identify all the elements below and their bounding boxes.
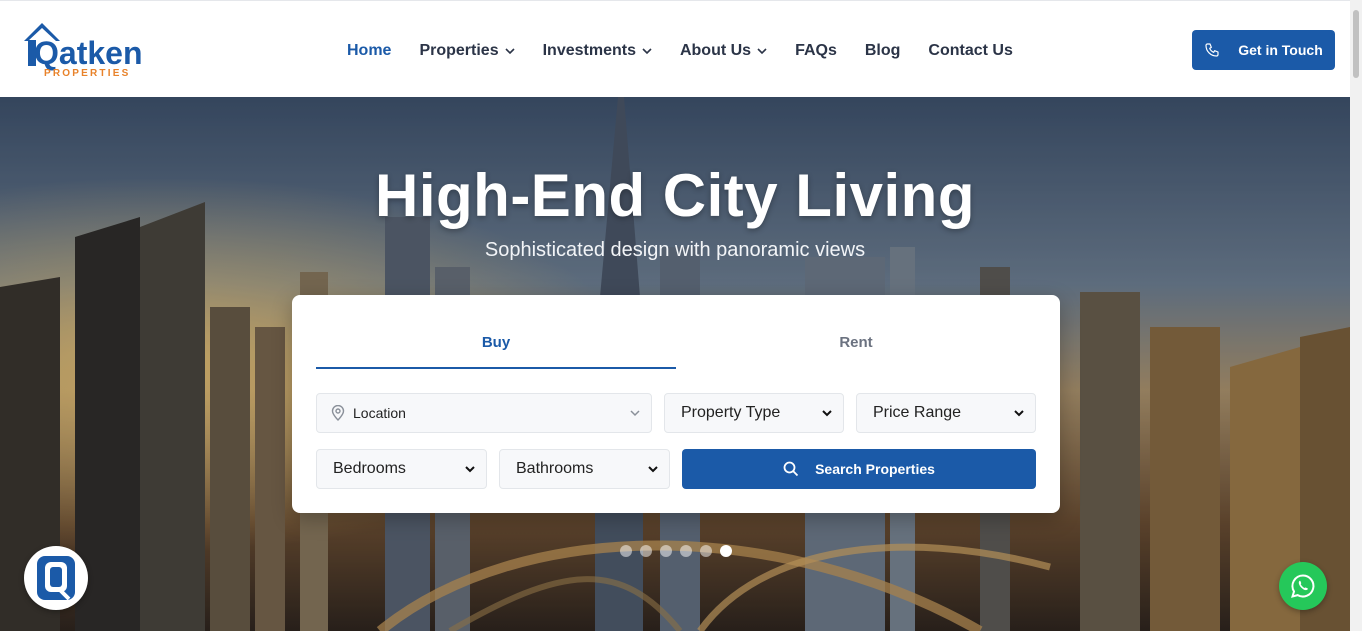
chevron-down-icon — [630, 410, 640, 417]
hero-title: High-End City Living — [375, 162, 975, 229]
chevron-down-icon — [757, 48, 767, 55]
tab-buy[interactable]: Buy — [316, 323, 676, 369]
chevron-down-icon — [1014, 410, 1024, 417]
nav-faqs[interactable]: FAQs — [795, 42, 837, 60]
search-tabs: Buy Rent — [316, 323, 1036, 369]
chevron-down-icon — [465, 466, 475, 473]
chevron-down-icon — [642, 48, 652, 55]
brand-mark-icon — [37, 556, 75, 601]
whatsapp-icon — [1291, 574, 1315, 598]
nav-contact-label: Contact Us — [928, 42, 1013, 59]
tab-rent[interactable]: Rent — [676, 323, 1036, 369]
property-search-card: Buy Rent Location Property Type Price Ra… — [292, 295, 1060, 513]
bedrooms-select[interactable]: Bedrooms — [316, 449, 487, 489]
nav-investments-label: Investments — [542, 42, 636, 59]
chevron-down-icon — [822, 410, 832, 417]
location-select[interactable]: Location — [316, 393, 652, 433]
logo-sub: PROPERTIES — [44, 68, 130, 79]
property-type-select[interactable]: Property Type — [664, 393, 844, 433]
location-pin-icon — [331, 405, 345, 421]
bathrooms-value: Bathrooms — [516, 460, 594, 477]
nav-home-label: Home — [347, 42, 392, 59]
nav-blog-label: Blog — [864, 42, 901, 59]
price-range-value: Price Range — [873, 404, 962, 421]
page-scrollbar[interactable] — [1350, 0, 1362, 631]
hero-section: High-End City Living Sophisticated desig… — [0, 97, 1350, 631]
main-nav: Home Properties Investments About Us FAQ… — [347, 39, 1041, 63]
chevron-down-icon — [648, 466, 658, 473]
carousel-dot[interactable] — [700, 545, 712, 557]
nav-home[interactable]: Home — [347, 42, 391, 60]
nav-faqs-label: FAQs — [795, 42, 837, 59]
phone-icon — [1205, 43, 1219, 57]
logo-word: Qatken — [34, 35, 142, 71]
nav-properties[interactable]: Properties — [419, 42, 515, 60]
search-icon — [783, 461, 799, 477]
price-range-select[interactable]: Price Range — [856, 393, 1036, 433]
bathrooms-select[interactable]: Bathrooms — [499, 449, 670, 489]
carousel-dot[interactable] — [660, 545, 672, 557]
bedrooms-value: Bedrooms — [333, 460, 406, 477]
location-placeholder: Location — [353, 405, 406, 421]
property-type-value: Property Type — [681, 404, 781, 421]
carousel-dots — [620, 545, 740, 557]
nav-investments[interactable]: Investments — [543, 42, 652, 60]
carousel-dot[interactable] — [640, 545, 652, 557]
scrollbar-thumb[interactable] — [1353, 10, 1359, 78]
nav-contact-us[interactable]: Contact Us — [928, 42, 1012, 60]
get-in-touch-label: Get in Touch — [1238, 42, 1323, 58]
whatsapp-button[interactable] — [1279, 562, 1327, 610]
carousel-dot-active[interactable] — [720, 545, 732, 557]
site-header: Qatken PROPERTIES Home Properties Invest… — [0, 0, 1350, 97]
nav-properties-label: Properties — [419, 42, 499, 59]
brand-logo[interactable]: Qatken PROPERTIES — [22, 19, 148, 81]
chevron-down-icon — [505, 48, 515, 55]
nav-about-label: About Us — [679, 42, 752, 59]
nav-blog[interactable]: Blog — [865, 42, 901, 60]
search-properties-label: Search Properties — [815, 461, 935, 477]
carousel-dot[interactable] — [620, 545, 632, 557]
nav-about-us[interactable]: About Us — [680, 42, 767, 60]
carousel-dot[interactable] — [680, 545, 692, 557]
floating-brand-button[interactable] — [24, 546, 88, 610]
hero-subtitle: Sophisticated design with panoramic view… — [484, 239, 866, 261]
get-in-touch-button[interactable]: Get in Touch — [1192, 30, 1335, 70]
search-properties-button[interactable]: Search Properties — [682, 449, 1036, 489]
